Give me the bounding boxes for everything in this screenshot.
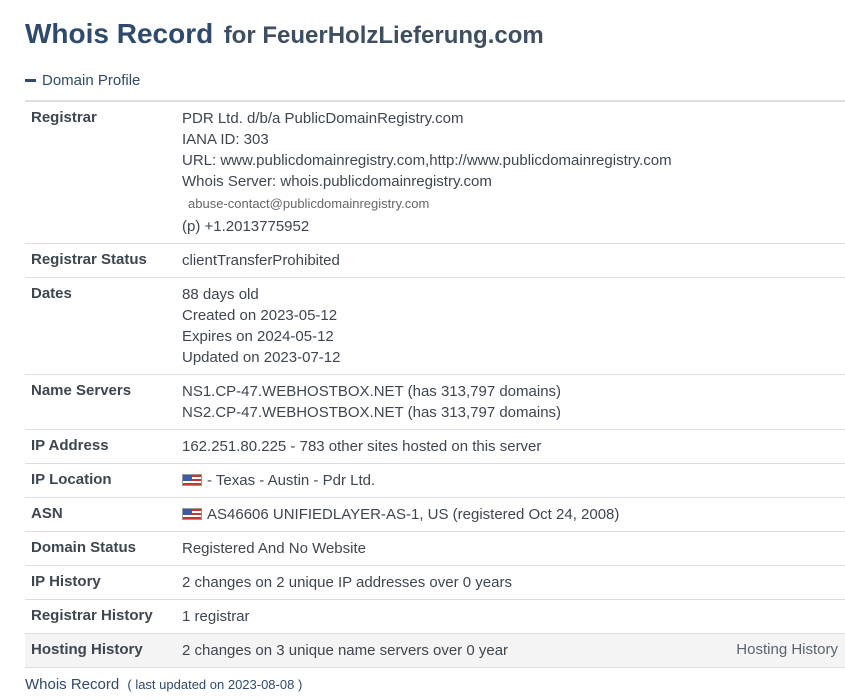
page-title: Whois Record for FeuerHolzLieferung.com xyxy=(25,18,544,50)
domain-profile-table: Registrar PDR Ltd. d/b/a PublicDomainReg… xyxy=(25,100,845,668)
row-value: - Texas - Austin - Pdr Ltd. xyxy=(182,464,845,497)
row-label: IP Location xyxy=(31,471,112,488)
us-flag-icon xyxy=(182,474,202,486)
row-value[interactable]: 162.251.80.225 - 783 other sites hosted … xyxy=(182,430,845,463)
row-ip-history: IP History 2 changes on 2 unique IP addr… xyxy=(25,566,845,600)
last-updated: ( last updated on 2023-08-08 ) xyxy=(127,677,303,692)
domain-profile-toggle[interactable]: Domain Profile xyxy=(25,72,140,89)
row-registrar: Registrar PDR Ltd. d/b/a PublicDomainReg… xyxy=(25,102,845,244)
row-registrar-history: Registrar History 1 registrar xyxy=(25,600,845,634)
row-domain-status: Domain Status Registered And No Website xyxy=(25,532,845,566)
row-ip-address: IP Address 162.251.80.225 - 783 other si… xyxy=(25,430,845,464)
collapse-icon[interactable] xyxy=(25,79,36,82)
row-label: Registrar Status xyxy=(31,251,147,268)
row-label: Hosting History xyxy=(31,641,143,658)
row-value: AS46606 UNIFIEDLAYER-AS-1, US (registere… xyxy=(182,498,845,531)
row-label: IP History xyxy=(31,573,101,590)
row-label: IP Address xyxy=(31,437,109,454)
row-value: Registered And No Website xyxy=(182,540,366,557)
whois-record-footer: Whois Record ( last updated on 2023-08-0… xyxy=(25,676,302,693)
row-label: ASN xyxy=(31,505,63,522)
row-value: 1 registrar xyxy=(182,608,250,625)
row-name-servers: Name Servers NS1.CP-47.WEBHOSTBOX.NET (h… xyxy=(25,375,845,430)
row-label: Registrar History xyxy=(31,607,153,624)
row-value: 88 days old Created on 2023-05-12 Expire… xyxy=(182,278,845,374)
row-value: NS1.CP-47.WEBHOSTBOX.NET (has 313,797 do… xyxy=(182,375,845,429)
row-label: Domain Status xyxy=(31,539,137,556)
ip-location-value: - Texas - Austin - Pdr Ltd. xyxy=(207,472,376,489)
page-title-main: Whois Record xyxy=(25,18,214,49)
registrar-iana: IANA ID: 303 xyxy=(182,131,269,148)
row-asn: ASN AS46606 UNIFIEDLAYER-AS-1, US (regis… xyxy=(25,498,845,532)
phone-prefix: (p) xyxy=(182,218,201,235)
expires-date: Expires on 2024-05-12 xyxy=(182,328,334,345)
row-value: PDR Ltd. d/b/a PublicDomainRegistry.com … xyxy=(182,102,845,243)
created-date: Created on 2023-05-12 xyxy=(182,307,338,324)
us-flag-icon xyxy=(182,508,202,520)
page-title-domain: for FeuerHolzLieferung.com xyxy=(223,22,544,49)
updated-date: Updated on 2023-07-12 xyxy=(182,349,341,366)
whois-record-link[interactable]: Whois Record xyxy=(25,676,119,693)
asn-value: AS46606 UNIFIEDLAYER-AS-1, US (registere… xyxy=(207,506,620,523)
name-server-1[interactable]: NS1.CP-47.WEBHOSTBOX.NET (has 313,797 do… xyxy=(182,381,845,402)
name-server-2[interactable]: NS2.CP-47.WEBHOSTBOX.NET (has 313,797 do… xyxy=(182,402,845,423)
row-value: 2 changes on 2 unique IP addresses over … xyxy=(182,574,512,591)
registrar-whois-server: Whois Server: whois.publicdomainregistry… xyxy=(182,173,492,190)
domain-profile-label[interactable]: Domain Profile xyxy=(42,72,140,89)
row-dates: Dates 88 days old Created on 2023-05-12 … xyxy=(25,278,845,375)
domain-age: 88 days old xyxy=(182,286,259,303)
row-label: Registrar xyxy=(31,109,97,126)
registrar-url: URL: www.publicdomainregistry.com,http:/… xyxy=(182,152,672,169)
registrar-phone: (p) +1.2013775952 xyxy=(182,216,845,237)
row-value: clientTransferProhibited xyxy=(182,252,340,269)
registrar-email: abuse-contact@publicdomainregistry.com xyxy=(188,196,430,211)
phone-number: +1.2013775952 xyxy=(204,218,310,235)
registrar-name: PDR Ltd. d/b/a PublicDomainRegistry.com xyxy=(182,110,464,127)
row-ip-location: IP Location - Texas - Austin - Pdr Ltd. xyxy=(25,464,845,498)
hosting-history-link[interactable]: Hosting History xyxy=(736,641,838,658)
row-registrar-status: Registrar Status clientTransferProhibite… xyxy=(25,244,845,278)
row-label: Dates xyxy=(31,285,72,302)
row-hosting-history: Hosting History 2 changes on 3 unique na… xyxy=(25,634,845,668)
row-label: Name Servers xyxy=(31,382,132,399)
